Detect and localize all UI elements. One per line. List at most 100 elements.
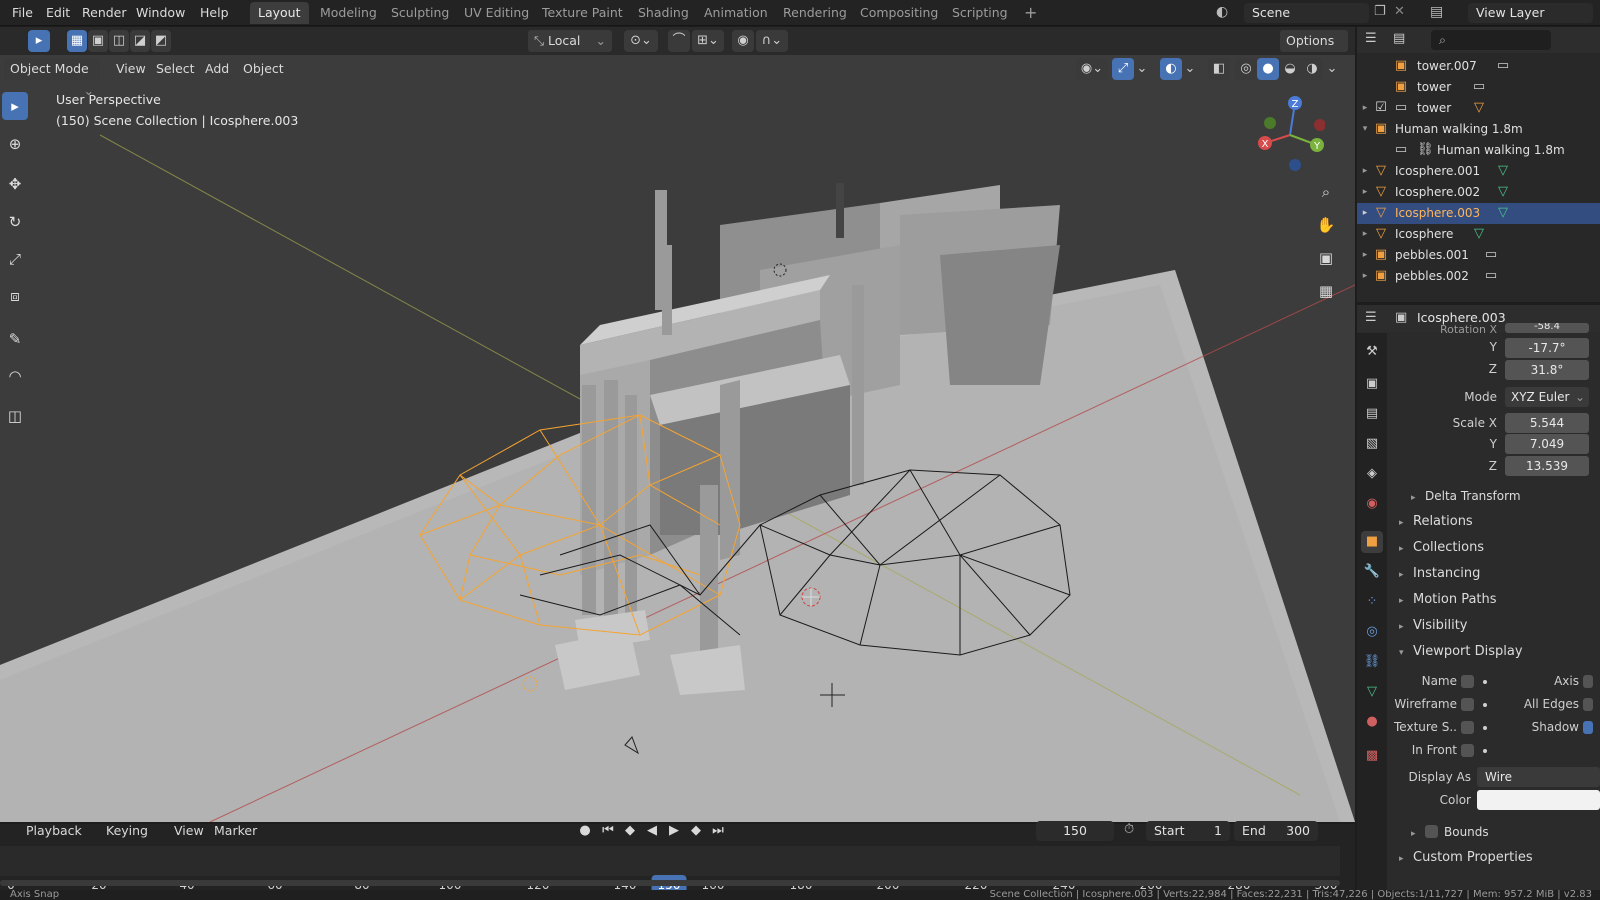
falloff-icon[interactable]: ∩⌄ bbox=[756, 30, 788, 52]
menu-window[interactable]: Window bbox=[134, 4, 187, 22]
rotation-x-field[interactable]: -58.4 bbox=[1505, 323, 1589, 333]
cursor-tool-icon[interactable]: ⊕ bbox=[2, 130, 28, 158]
jump-end-icon[interactable]: ⏭ bbox=[708, 821, 728, 841]
outliner-row[interactable]: ▸ ▣ pebbles.001 ▭ bbox=[1357, 245, 1600, 266]
scale-y-field[interactable]: 7.049 bbox=[1505, 434, 1589, 454]
add-cube-tool-icon[interactable]: ◫ bbox=[2, 402, 28, 430]
color-swatch[interactable] bbox=[1477, 790, 1600, 810]
checkbox-icon[interactable]: ☑ bbox=[1373, 100, 1389, 116]
wireframe-checkbox[interactable] bbox=[1461, 698, 1474, 711]
object-menu[interactable]: Object bbox=[237, 58, 290, 80]
tab-compositing[interactable]: Compositing bbox=[852, 2, 946, 24]
axis-checkbox[interactable] bbox=[1583, 675, 1593, 688]
outliner-row[interactable]: ▣ tower.007 ▭ bbox=[1357, 56, 1600, 77]
orientation-dropdown[interactable]: ⤡ Local ⌄ bbox=[528, 30, 612, 52]
xray-toggle-icon[interactable]: ◧ bbox=[1208, 58, 1230, 80]
proportional-edit-icon[interactable]: ◉ bbox=[732, 30, 754, 52]
outliner-row[interactable]: ▾ ▣ Human walking 1.8m bbox=[1357, 119, 1600, 140]
display-mode-icon[interactable]: ▤ bbox=[1393, 31, 1405, 46]
pan-hand-icon[interactable]: ✋ bbox=[1313, 212, 1339, 238]
expand-arrow-icon[interactable]: ▸ bbox=[1357, 184, 1373, 200]
rotate-tool-icon[interactable]: ↻ bbox=[2, 208, 28, 236]
rotation-z-field[interactable]: 31.8° bbox=[1505, 360, 1589, 380]
constraints-tab-icon[interactable]: ⛓ bbox=[1361, 651, 1383, 673]
view-menu[interactable]: View bbox=[110, 58, 152, 80]
all-edges-checkbox[interactable] bbox=[1583, 698, 1593, 711]
keyframe-dot-icon[interactable] bbox=[1483, 680, 1487, 684]
tab-texture-paint[interactable]: Texture Paint bbox=[534, 2, 631, 24]
bounds-panel[interactable]: ▸ Bounds bbox=[1411, 821, 1489, 843]
material-shading-icon[interactable]: ◒ bbox=[1279, 58, 1301, 80]
world-tab-icon[interactable]: ◉ bbox=[1361, 493, 1383, 515]
solid-shading-icon[interactable]: ● bbox=[1257, 58, 1279, 80]
mode-invert-icon[interactable]: ◪ bbox=[130, 30, 150, 52]
relations-panel[interactable]: ▸ Relations bbox=[1399, 511, 1473, 533]
name-checkbox[interactable] bbox=[1461, 675, 1474, 688]
move-tool-icon[interactable]: ✥ bbox=[2, 170, 28, 198]
particles-tab-icon[interactable]: ⁘ bbox=[1361, 591, 1383, 613]
expand-arrow-icon[interactable]: ▸ bbox=[1357, 163, 1373, 179]
object-tab-icon[interactable]: ■ bbox=[1361, 531, 1383, 553]
tab-uv-editing[interactable]: UV Editing bbox=[456, 2, 537, 24]
outliner-search-input[interactable]: ⌕ bbox=[1431, 30, 1551, 50]
bounds-checkbox[interactable] bbox=[1425, 825, 1438, 838]
measure-tool-icon[interactable]: ◠ bbox=[2, 362, 28, 390]
outliner-row[interactable]: ▸ ☑ ▭ tower ▽ bbox=[1357, 98, 1600, 119]
shadow-checkbox[interactable] bbox=[1583, 721, 1593, 734]
mode-extend-icon[interactable]: ▣ bbox=[88, 30, 108, 52]
viewport-display-panel[interactable]: ▾ Viewport Display bbox=[1399, 641, 1523, 663]
tab-layout[interactable]: Layout bbox=[250, 2, 309, 24]
scale-z-field[interactable]: 13.539 bbox=[1505, 456, 1589, 476]
expand-arrow-icon[interactable]: ▾ bbox=[1357, 121, 1373, 137]
annotate-tool-icon[interactable]: ✎ bbox=[2, 325, 28, 353]
tab-sculpting[interactable]: Sculpting bbox=[383, 2, 457, 24]
timeline-view-menu[interactable]: View bbox=[168, 820, 210, 842]
outliner-row[interactable]: ▸ ▣ pebbles.002 ▭ bbox=[1357, 266, 1600, 287]
menu-file[interactable]: File bbox=[10, 4, 35, 22]
menu-render[interactable]: Render bbox=[80, 4, 129, 22]
tab-shading[interactable]: Shading bbox=[630, 2, 697, 24]
collections-panel[interactable]: ▸ Collections bbox=[1399, 537, 1484, 559]
outliner-row[interactable]: ▸ ▽ Icosphere.002 ▽ bbox=[1357, 182, 1600, 203]
rotation-y-field[interactable]: -17.7° bbox=[1505, 338, 1589, 358]
expand-arrow-icon[interactable]: ▸ bbox=[1357, 100, 1373, 116]
timeline-scrollbar[interactable] bbox=[0, 880, 1340, 886]
frame-ruler[interactable]: 0 20 40 60 80 100 120 140 150 160 180 20… bbox=[0, 846, 1340, 895]
zoom-icon[interactable]: ⌕ bbox=[1313, 179, 1339, 205]
copy-scene-icon[interactable]: ❐ bbox=[1374, 4, 1386, 19]
keyframe-dot-icon[interactable] bbox=[1483, 726, 1487, 730]
next-keyframe-icon[interactable]: ◆ bbox=[686, 821, 706, 841]
tab-rendering[interactable]: Rendering bbox=[775, 2, 855, 24]
in-front-checkbox[interactable] bbox=[1461, 744, 1474, 757]
snap-target-icon[interactable]: ⊞⌄ bbox=[692, 30, 724, 52]
shading-dropdown-icon[interactable]: ⌄ bbox=[1324, 58, 1340, 80]
camera-view-icon[interactable]: ▣ bbox=[1313, 245, 1339, 271]
outliner-row-selected[interactable]: ▸ ▽ Icosphere.003 ▽ bbox=[1357, 203, 1600, 224]
object-mode-dropdown[interactable]: Object Mode ⌄ bbox=[4, 58, 100, 98]
outliner-row[interactable]: ▸ ▽ Icosphere.001 ▽ bbox=[1357, 161, 1600, 182]
3d-viewport[interactable]: User Perspective (150) Scene Collection … bbox=[0, 55, 1355, 822]
scene-icon[interactable]: ◐ bbox=[1216, 4, 1228, 20]
scene-tab-icon[interactable]: ◈ bbox=[1361, 463, 1383, 485]
scale-tool-icon[interactable]: ⤢ bbox=[2, 245, 28, 273]
outliner-row[interactable]: ▣ tower ▭ bbox=[1357, 77, 1600, 98]
record-icon[interactable]: ● bbox=[575, 821, 595, 841]
wireframe-shading-icon[interactable]: ◎ bbox=[1235, 58, 1257, 80]
start-frame-field[interactable]: Start 1 bbox=[1146, 821, 1230, 841]
options-dropdown[interactable]: Options⌄ bbox=[1280, 30, 1348, 70]
play-icon[interactable]: ▶ bbox=[664, 821, 684, 841]
scene-field[interactable]: Scene bbox=[1244, 3, 1369, 23]
delta-transform-panel[interactable]: ▸ Delta Transform bbox=[1411, 485, 1521, 507]
playback-menu[interactable]: Playback⌄ bbox=[20, 820, 96, 860]
overlays-dropdown-icon[interactable]: ⌄ bbox=[1183, 58, 1197, 80]
pivot-point-icon[interactable]: ⊙⌄ bbox=[624, 30, 658, 52]
gizmo-dropdown-icon[interactable]: ⌄ bbox=[1135, 58, 1149, 80]
rotation-mode-dropdown[interactable]: XYZ Euler ⌄ bbox=[1505, 387, 1589, 407]
output-tab-icon[interactable]: ▤ bbox=[1361, 403, 1383, 425]
current-frame-field[interactable]: 150 bbox=[1036, 821, 1114, 841]
view-layer-icon[interactable]: ▤ bbox=[1430, 4, 1443, 20]
select-menu[interactable]: Select bbox=[150, 58, 201, 80]
view-layer-field[interactable]: View Layer bbox=[1468, 3, 1593, 23]
menu-edit[interactable]: Edit bbox=[44, 4, 72, 22]
menu-help[interactable]: Help bbox=[198, 4, 231, 22]
